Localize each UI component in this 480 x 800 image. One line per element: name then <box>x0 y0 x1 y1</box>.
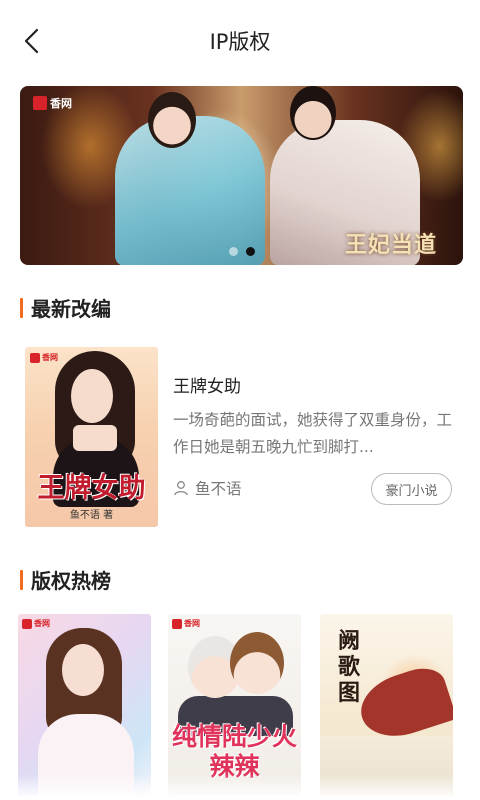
cover-logo: 香网 <box>172 618 200 629</box>
section-header-hot: 版权热榜 <box>20 565 111 594</box>
book-author-row: 鱼不语 <box>173 477 242 499</box>
cover-logo: 香网 <box>22 618 50 629</box>
brand-logo-icon <box>172 618 182 629</box>
banner-figure-right-head <box>290 86 336 140</box>
cover-art-face <box>62 644 104 696</box>
cover-art-face <box>71 369 113 423</box>
carousel-indicator <box>20 247 463 256</box>
cover-fade <box>18 774 151 796</box>
genre-tag[interactable]: 豪门小说 <box>371 473 452 505</box>
cover-fade <box>320 774 453 796</box>
hot-list: 香网 香网 纯情陆少火辣辣 阙歌图 <box>18 614 462 800</box>
section-title-hot: 版权热榜 <box>31 569 111 593</box>
book-author: 鱼不语 <box>195 480 242 498</box>
section-accent-bar <box>20 297 23 318</box>
section-accent-bar <box>20 569 23 590</box>
book-cover[interactable]: 香网 王牌女助 鱼不语 著 <box>25 347 158 527</box>
latest-book-card[interactable]: 香网 王牌女助 鱼不语 著 王牌女助 一场奇葩的面试，她获得了双重身份，工作日她… <box>25 347 455 527</box>
cover-fade <box>168 774 301 796</box>
cover-logo-text: 香网 <box>34 619 50 628</box>
section-title-latest: 最新改编 <box>31 297 111 321</box>
brand-logo-icon <box>30 352 40 363</box>
hot-list-item[interactable]: 阙歌图 <box>320 614 453 796</box>
cover-title: 纯情陆少火辣辣 <box>172 722 298 781</box>
book-description: 一场奇葩的面试，她获得了双重身份，工作日她是朝五晚九忙到脚打... <box>173 411 453 456</box>
cover-art-head-b <box>230 632 284 694</box>
top-bar: IP版权 <box>0 0 480 82</box>
brand-logo-icon <box>22 618 32 629</box>
cover-logo: 香网 <box>30 352 58 363</box>
cover-art-shoulder <box>73 425 117 451</box>
cover-author: 鱼不语 著 <box>69 510 114 521</box>
cover-title: 阙歌图 <box>338 628 361 706</box>
cover-logo-text: 香网 <box>42 353 58 362</box>
banner-logo: 香网 <box>28 94 77 112</box>
brand-logo-icon <box>33 96 47 110</box>
book-title[interactable]: 王牌女助 <box>173 372 241 397</box>
banner-logo-text: 香网 <box>50 97 72 110</box>
cover-art-figure <box>352 661 453 747</box>
banner-figure-left-head <box>148 92 196 148</box>
cover-logo-text: 香网 <box>184 619 200 628</box>
hot-list-item[interactable]: 香网 纯情陆少火辣辣 <box>168 614 301 796</box>
carousel-dot-active[interactable] <box>245 247 255 256</box>
user-icon <box>174 481 188 496</box>
banner-carousel[interactable]: 香网 王妃当道 <box>20 86 463 265</box>
section-header-latest: 最新改编 <box>20 293 111 322</box>
hot-list-item[interactable]: 香网 <box>18 614 151 796</box>
page-title: IP版权 <box>209 30 271 54</box>
carousel-dot[interactable] <box>228 247 238 256</box>
cover-title: 王牌女助 <box>37 473 146 504</box>
